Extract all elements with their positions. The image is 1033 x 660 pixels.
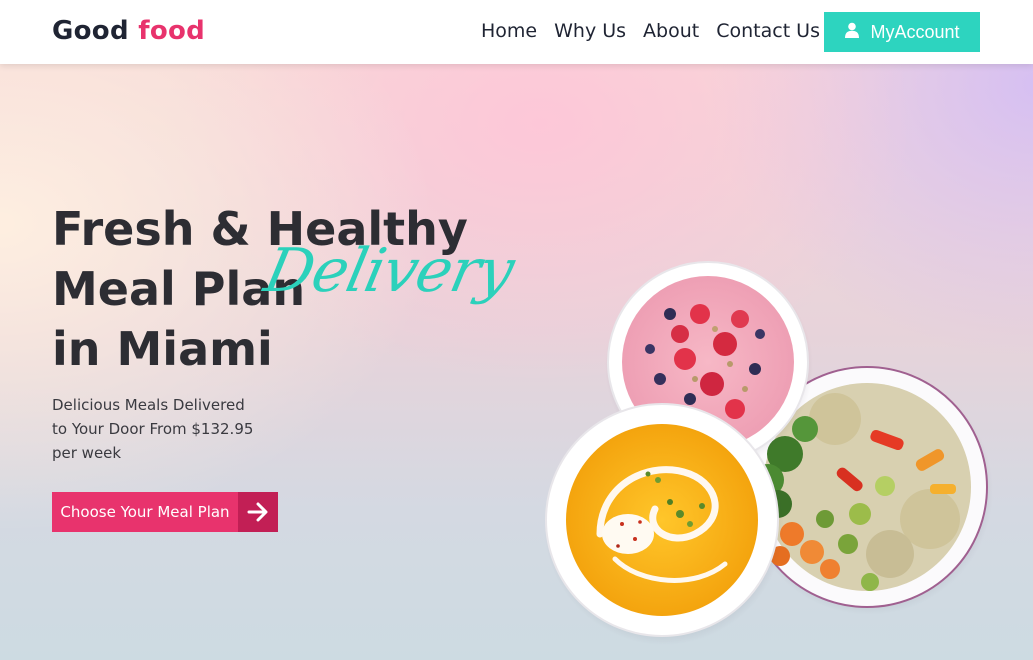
subtext-line-2: to Your Door From $132.95 [52,420,254,438]
subtext-line-1: Delicious Meals Delivered [52,396,245,414]
nav-home[interactable]: Home [481,20,537,42]
soup-bowl [544,403,784,645]
my-account-label: MyAccount [870,21,960,42]
user-icon [844,22,860,43]
choose-meal-plan-button[interactable]: Choose Your Meal Plan [52,492,278,532]
site-header: Good food Home Why Us About Contact Us M… [0,0,1033,64]
my-account-button[interactable]: MyAccount [824,12,980,52]
nav-why-us[interactable]: Why Us [554,20,626,42]
hero-section: Fresh & Healthy Meal Plan in Miami Deliv… [0,64,1033,660]
cta-label: Choose Your Meal Plan [52,492,238,532]
nav-about[interactable]: About [643,20,699,42]
food-bowls-image [544,261,993,645]
arrow-right-icon [238,492,278,532]
logo-word-good: Good [52,16,129,46]
headline-script-word: Delivery [258,236,520,306]
logo[interactable]: Good food [52,16,205,46]
hero-subtext: Delicious Meals Delivered to Your Door F… [52,393,262,465]
nav-contact-us[interactable]: Contact Us [716,20,820,42]
headline-line-3: in Miami [52,322,273,376]
logo-word-food: food [138,16,206,46]
subtext-line-3: per week [52,444,122,462]
main-nav: Home Why Us About Contact Us [481,20,820,42]
